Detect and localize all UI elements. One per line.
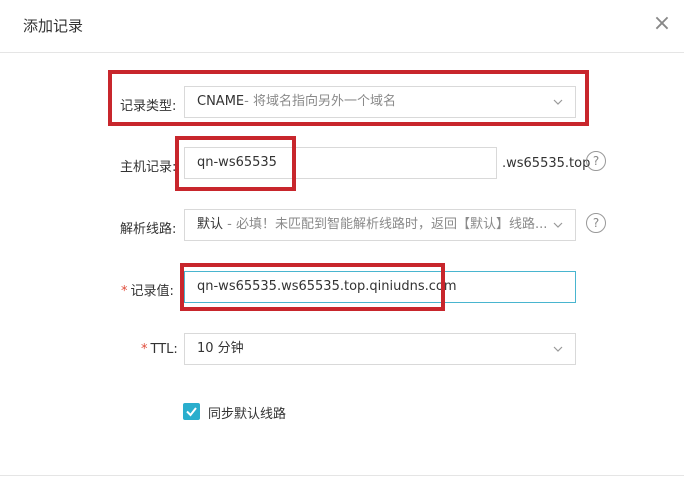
host-record-value: qn-ws65535 <box>197 155 277 170</box>
dialog-header: 添加记录 × <box>0 0 684 53</box>
host-record-input[interactable]: qn-ws65535 <box>184 147 497 179</box>
required-mark: * <box>121 284 128 299</box>
record-type-value: CNAME <box>197 94 245 109</box>
resolution-line-select[interactable]: 默认 - 必填！未匹配到智能解析线路时，返回【默认】线路... <box>184 209 576 241</box>
resolution-line-label: 解析线路: <box>120 222 177 237</box>
ttl-value: 10 分钟 <box>197 341 244 356</box>
record-value-input[interactable]: qn-ws65535.ws65535.top.qiniudns.com <box>184 271 576 303</box>
record-value-label-text: 记录值: <box>130 284 174 299</box>
close-icon[interactable]: × <box>650 12 674 36</box>
resolution-line-value: 默认 <box>197 217 224 232</box>
add-record-dialog: 添加记录 × 记录类型: CNAME- 将域名指向另外一个域名 主机记录: qn… <box>0 0 684 479</box>
record-type-label: 记录类型: <box>120 99 177 114</box>
check-icon <box>186 407 197 417</box>
record-value-label: * 记录值: <box>121 280 174 299</box>
help-icon[interactable]: ? <box>586 151 606 171</box>
record-type-select[interactable]: CNAME- 将域名指向另外一个域名 <box>184 86 576 118</box>
resolution-line-hint: - 必填！未匹配到智能解析线路时，返回【默认】线路... <box>223 217 548 232</box>
chevron-down-icon <box>553 346 563 352</box>
help-icon[interactable]: ? <box>586 213 606 233</box>
chevron-down-icon <box>553 222 563 228</box>
sync-default-line-checkbox[interactable] <box>183 403 200 420</box>
chevron-down-icon <box>553 99 563 105</box>
record-value-text: qn-ws65535.ws65535.top.qiniudns.com <box>197 279 457 294</box>
dialog-title: 添加记录 <box>23 17 84 35</box>
host-record-label: 主机记录: <box>120 160 177 175</box>
required-mark: * <box>141 342 148 357</box>
ttl-label-text: TTL: <box>150 342 178 357</box>
divider <box>0 475 684 476</box>
domain-suffix: .ws65535.top <box>502 156 591 171</box>
ttl-label: * TTL: <box>141 342 178 357</box>
record-type-hint: - 将域名指向另外一个域名 <box>244 94 396 109</box>
sync-default-line-label: 同步默认线路 <box>208 407 287 422</box>
ttl-select[interactable]: 10 分钟 <box>184 333 576 365</box>
